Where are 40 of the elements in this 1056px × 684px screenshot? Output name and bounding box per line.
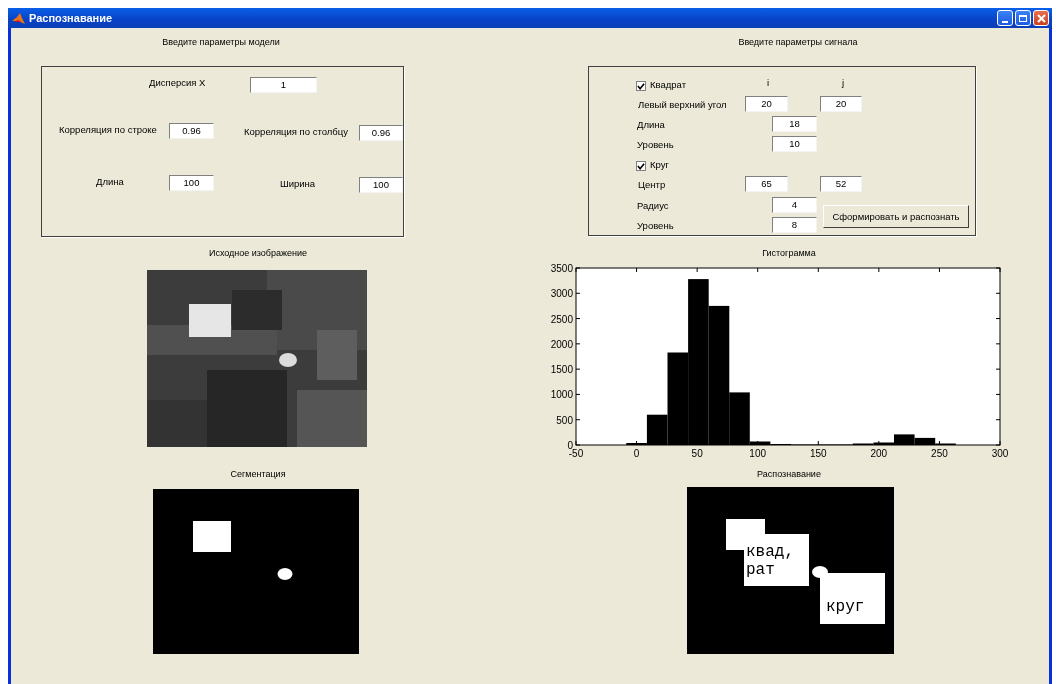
field-label: Длина <box>96 176 124 187</box>
axis-tick-label: 300 <box>991 448 1009 459</box>
shape-label: круг <box>826 598 865 616</box>
axis-tick-label: 3500 <box>550 263 573 274</box>
window-title: Распознавание <box>29 12 114 24</box>
field-label: Уровень <box>637 139 674 150</box>
shape-label: квад, рат <box>746 543 794 579</box>
axis-tick-label: 200 <box>870 448 888 459</box>
field-label: Корреляция по столбцу <box>244 126 348 137</box>
field-label: Радиус <box>637 200 669 211</box>
column-label: j <box>842 77 845 88</box>
field-label: Левый верхний угол <box>638 99 727 110</box>
section-heading: Введите параметры модели <box>161 37 281 47</box>
axis-tick-label: -50 <box>568 448 584 459</box>
axis-tick-label: 0 <box>567 440 573 451</box>
field-label: Уровень <box>637 220 674 231</box>
image-title: Сегментация <box>229 469 287 479</box>
checkbox-label: Квадрат <box>650 79 686 90</box>
axis-tick-label: 1000 <box>550 389 573 401</box>
axis-tick-label: 0 <box>633 448 640 459</box>
column-label: i <box>767 77 770 88</box>
axis-tick-label: 250 <box>931 448 948 459</box>
section-heading: Введите параметры сигнала <box>737 37 859 47</box>
chart-title: Гистограмма <box>761 248 817 258</box>
axis-tick-label: 500 <box>556 414 573 426</box>
axis-tick-label: 100 <box>749 448 767 459</box>
field-label: Центр <box>638 179 666 190</box>
field-label: Дисперсия X <box>149 77 206 88</box>
axis-tick-label: 3000 <box>550 288 573 300</box>
field-label: Длина <box>637 119 665 130</box>
axis-tick-label: 50 <box>691 448 703 459</box>
image-title: Исходное изображение <box>207 248 309 258</box>
axis-tick-label: 2500 <box>550 313 573 325</box>
axis-tick-label: 2000 <box>550 338 573 350</box>
image-title: Распознавание <box>756 469 822 479</box>
axis-tick-label: 1500 <box>550 364 573 376</box>
field-label: Ширина <box>280 178 316 189</box>
checkbox-label: Круг <box>650 159 669 170</box>
field-label: Корреляция по строке <box>59 124 157 135</box>
axis-tick-label: 150 <box>809 448 827 459</box>
